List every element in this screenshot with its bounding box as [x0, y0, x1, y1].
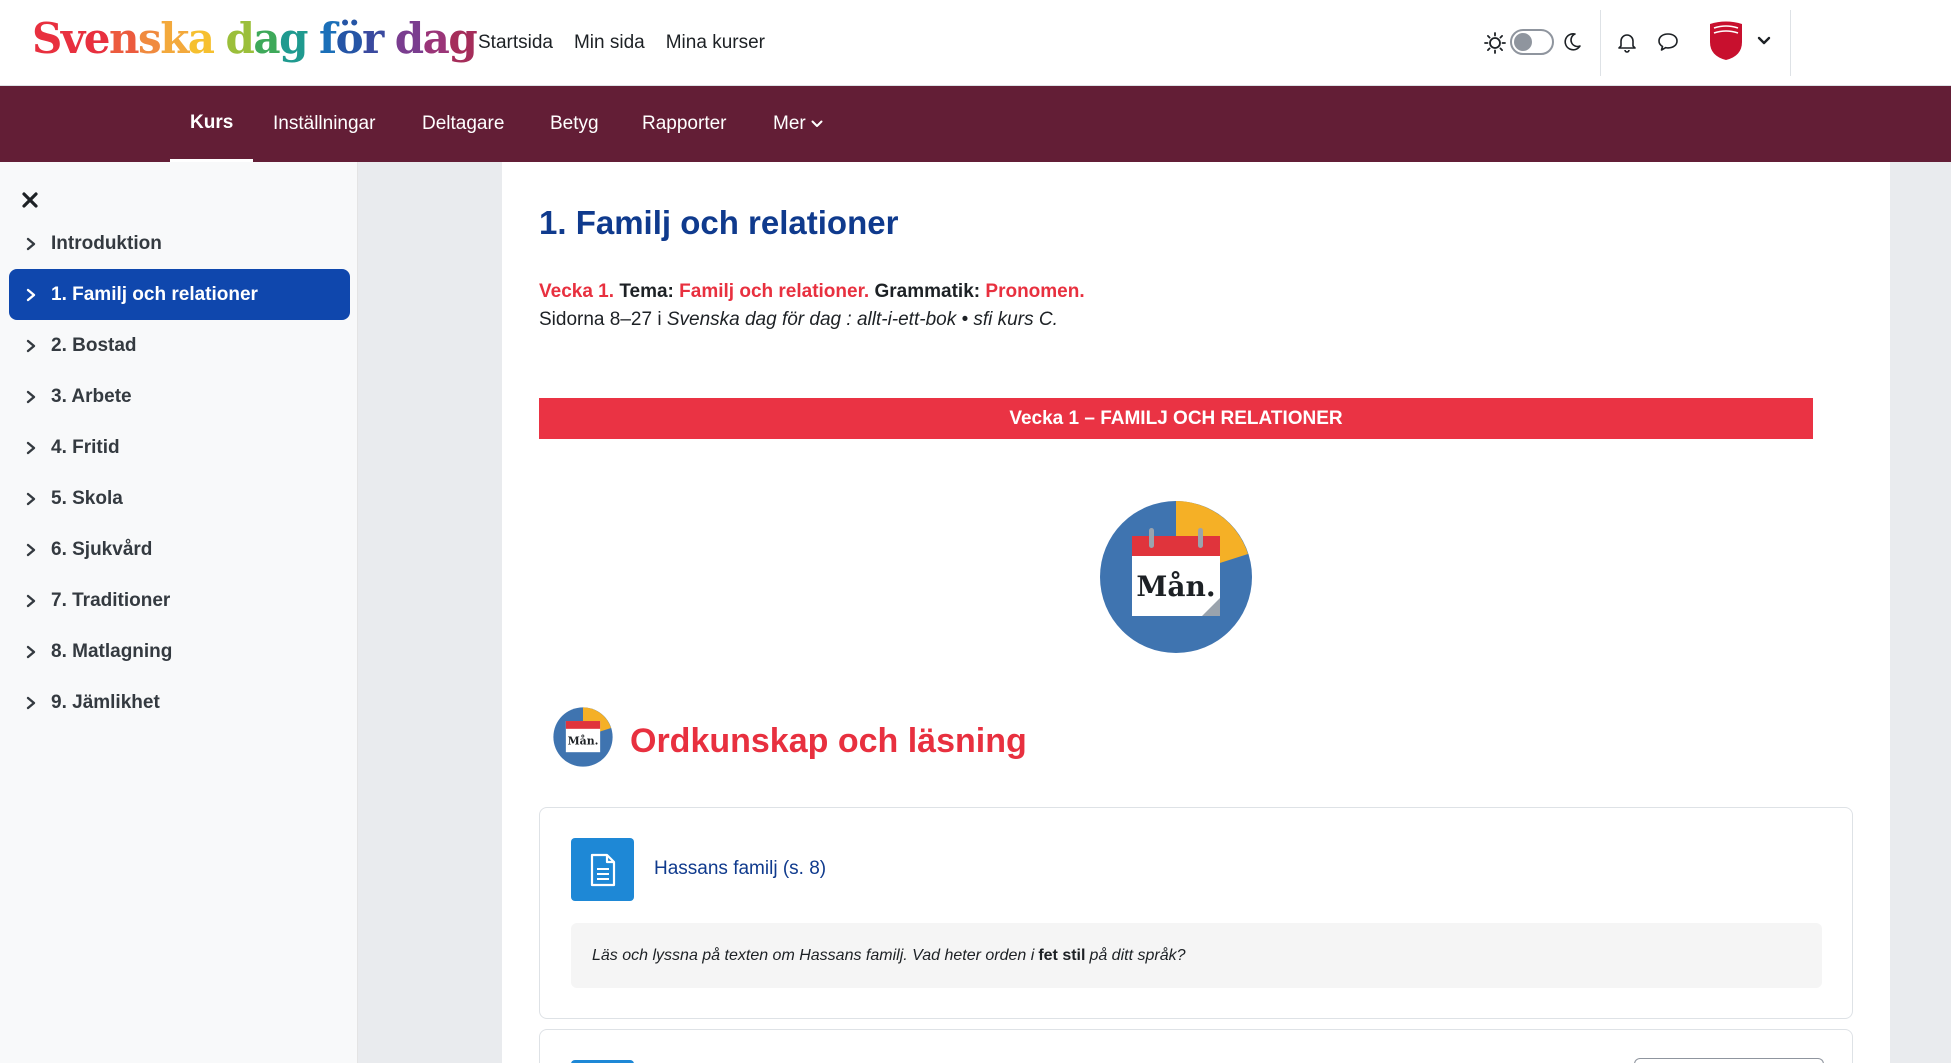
bell-icon[interactable]: [1616, 31, 1638, 53]
logo-letter: a: [422, 14, 450, 63]
course-index-item[interactable]: 7. Traditioner: [9, 575, 350, 626]
moon-icon: [1564, 33, 1581, 51]
chat-icon[interactable]: [1657, 32, 1679, 52]
activity-desc-before: Läs och lyssna på texten om Hassans fami…: [592, 946, 1035, 964]
activity-link[interactable]: Hassans familj (s. 8): [654, 858, 826, 880]
chevron-right-icon[interactable]: [25, 696, 37, 710]
logo-letter: ö: [335, 14, 364, 63]
calendar-icon: Mån.: [1100, 501, 1252, 653]
course-index-item[interactable]: 2. Bostad: [9, 320, 350, 371]
top-navbar: Svenska dag för dag Startsida Min sida M…: [0, 0, 1951, 86]
chevron-right-icon[interactable]: [25, 492, 37, 506]
tab-rapporter[interactable]: Rapporter: [642, 86, 727, 162]
course-index-label: 6. Sjukvård: [51, 538, 153, 560]
tab-deltagare[interactable]: Deltagare: [422, 86, 504, 162]
chevron-right-icon[interactable]: [25, 645, 37, 659]
calendar-icon-text: Mån.: [568, 734, 599, 747]
course-index-label: 4. Fritid: [51, 436, 120, 458]
course-index-item[interactable]: 8. Matlagning: [9, 626, 350, 677]
course-index-item[interactable]: 3. Arbete: [9, 371, 350, 422]
page-icon: [590, 853, 615, 886]
section-title: Ordkunskap och läsning: [630, 722, 1027, 760]
activity-description: Läs och lyssna på texten om Hassans fami…: [571, 923, 1822, 988]
course-index-item[interactable]: 1. Familj och relationer: [9, 269, 350, 320]
divider: [1790, 10, 1791, 76]
course-index-label: 5. Skola: [51, 487, 123, 509]
completion-button[interactable]: [1634, 1058, 1824, 1063]
pages-reference: Sidorna 8–27 i Svenska dag för dag : all…: [539, 305, 1058, 334]
course-index-item[interactable]: 5. Skola: [9, 473, 350, 524]
site-logo[interactable]: Svenska dag för dag: [32, 14, 478, 63]
nav-link-startsida[interactable]: Startsida: [478, 32, 553, 54]
calendar-icon-text: Mån.: [1136, 570, 1215, 603]
logo-letter: e: [83, 14, 111, 63]
logo-letter: g: [448, 14, 477, 63]
grammar-label: Grammatik:: [874, 281, 981, 302]
logo-letter: d: [394, 14, 424, 63]
chevron-right-icon[interactable]: [25, 441, 37, 455]
book-title: Svenska dag för dag : allt-i-ett-bok • s…: [666, 309, 1058, 330]
course-index-drawer: Introduktion 1. Familj och relationer 2. B…: [0, 162, 358, 1063]
week-summary: Vecka 1. Tema: Familj och relationer. Gr…: [539, 277, 1085, 306]
logo-letter: f: [318, 14, 337, 63]
document-icon[interactable]: [571, 838, 634, 901]
dark-mode-toggle[interactable]: [1510, 29, 1554, 55]
tab-mer-label: Mer: [773, 113, 806, 134]
course-index-label: 7. Traditioner: [51, 589, 171, 611]
course-index-label: Introduktion: [51, 232, 162, 254]
tab-kurs[interactable]: Kurs: [170, 86, 254, 162]
page-title: 1. Familj och relationer: [539, 204, 899, 241]
course-navigation: Kurs Inställningar Deltagare Betyg Rappo…: [0, 86, 1951, 162]
chevron-right-icon[interactable]: [25, 288, 37, 302]
tab-installningar[interactable]: Inställningar: [273, 86, 375, 162]
nav-link-mina-kurser[interactable]: Mina kurser: [666, 32, 765, 54]
logo-letter: a: [187, 14, 215, 63]
chevron-down-icon: [811, 120, 823, 127]
activity-desc-bold: fet stil: [1038, 946, 1086, 964]
close-icon[interactable]: [22, 192, 38, 208]
avatar-icon[interactable]: [1708, 20, 1744, 62]
calendar-icon: Mån.: [553, 707, 613, 767]
course-index-item[interactable]: 4. Fritid: [9, 422, 350, 473]
pages-prefix: Sidorna 8–27 i: [539, 309, 662, 330]
chevron-right-icon[interactable]: [25, 390, 37, 404]
course-index-label: 2. Bostad: [51, 334, 137, 356]
logo-letter: r: [362, 14, 384, 63]
logo-letter: S: [32, 14, 62, 63]
primary-navigation: Startsida Min sida Mina kurser: [478, 0, 765, 86]
chevron-right-icon[interactable]: [25, 237, 37, 251]
logo-letter: k: [160, 14, 189, 63]
course-index-item[interactable]: 6. Sjukvård: [9, 524, 350, 575]
logo-letter: a: [253, 14, 280, 63]
week-banner: Vecka 1 – FAMILJ OCH RELATIONER: [539, 398, 1813, 439]
main-content: 1. Familj och relationer Vecka 1. Tema: …: [502, 162, 1890, 1063]
course-index-label: 9. Jämlikhet: [51, 691, 160, 713]
logo-letter: s: [138, 14, 162, 63]
tab-mer[interactable]: Mer: [773, 86, 823, 162]
grammar-value: Pronomen.: [985, 281, 1085, 302]
nav-link-min-sida[interactable]: Min sida: [574, 32, 645, 54]
logo-letter: n: [108, 14, 140, 63]
course-index-item[interactable]: Introduktion: [9, 218, 350, 269]
chevron-right-icon[interactable]: [25, 594, 37, 608]
tema-label: Tema:: [619, 281, 674, 302]
activity-card: Hassans familj (s. 8) Läs och lyssna på …: [539, 807, 1853, 1019]
logo-letter: d: [225, 14, 255, 63]
divider: [1600, 10, 1601, 76]
tema-value: Familj och relationer.: [679, 281, 870, 302]
week-label: Vecka 1.: [539, 281, 615, 302]
course-index-item[interactable]: 9. Jämlikhet: [9, 677, 350, 728]
tab-betyg[interactable]: Betyg: [550, 86, 599, 162]
activity-card: [539, 1029, 1853, 1063]
activity-desc-after: på ditt språk?: [1089, 946, 1186, 964]
chevron-right-icon[interactable]: [25, 543, 37, 557]
course-index-label: 1. Familj och relationer: [51, 283, 258, 305]
chevron-right-icon[interactable]: [25, 339, 37, 353]
course-index-label: 8. Matlagning: [51, 640, 173, 662]
course-index-label: 3. Arbete: [51, 385, 132, 407]
chevron-down-icon[interactable]: [1757, 36, 1771, 46]
sun-icon: [1484, 32, 1506, 54]
logo-letter: v: [60, 14, 85, 63]
logo-letter: g: [279, 14, 308, 63]
